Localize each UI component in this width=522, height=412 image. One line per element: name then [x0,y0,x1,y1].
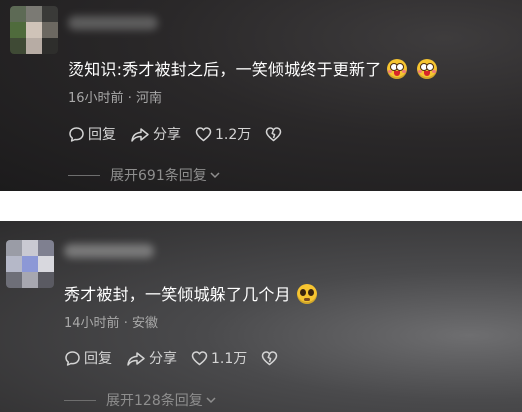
comment-location: 河南 [135,91,162,106]
divider-line [64,399,96,401]
chevron-down-icon [210,172,220,179]
blush-emoji-icon [417,59,438,79]
heart-icon [191,351,208,366]
expand-replies-label: 展开691条回复 [110,168,207,184]
meta-separator: · [127,91,132,106]
comment-location: 安徽 [131,316,158,331]
heart-icon [195,127,212,142]
pleading-emoji-icon [296,284,317,304]
avatar[interactable] [10,6,58,54]
username-blurred[interactable] [68,16,158,30]
broken-heart-icon [266,127,282,142]
like-count: 1.1万 [211,351,248,367]
comment-text-content: 烫知识:秀才被封之后，一笑倾城终于更新了 [68,60,382,79]
share-label: 分享 [149,351,177,367]
expand-replies-label: 展开128条回复 [106,393,203,409]
share-arrow-icon [131,127,149,142]
share-button[interactable]: 分享 [130,124,181,144]
like-button[interactable]: 1.2万 [195,124,251,144]
comment-time: 14小时前 [64,316,120,331]
action-bar: 回复 分享 1.2万 [68,124,299,144]
like-button[interactable]: 1.1万 [191,348,247,368]
comment-bubble-icon [69,126,84,142]
comment-text-content: 秀才被封，一笑倾城躲了几个月 [64,285,291,304]
reply-button[interactable]: 回复 [68,124,116,144]
comment-meta: 14小时前 · 安徽 [64,312,158,331]
username-blurred[interactable] [64,244,154,258]
comment-text: 秀才被封，一笑倾城躲了几个月 [64,281,317,305]
reply-button[interactable]: 回复 [64,348,112,368]
share-arrow-icon [127,351,145,366]
comment-bubble-icon [65,350,80,366]
expand-replies-button[interactable]: 展开128条回复 [64,390,217,410]
comment-card-1: 烫知识:秀才被封之后，一笑倾城终于更新了 16小时前 · 河南 回复 分享 1.… [0,0,522,191]
share-label: 分享 [153,127,181,143]
meta-separator: · [123,316,128,331]
expand-replies-button[interactable]: 展开691条回复 [68,165,221,185]
dislike-button[interactable] [265,126,285,142]
comment-text: 烫知识:秀才被封之后，一笑倾城终于更新了 [68,56,438,80]
share-button[interactable]: 分享 [126,348,177,368]
divider-line [68,174,100,176]
dislike-button[interactable] [261,350,281,366]
broken-heart-icon [262,351,278,366]
action-bar: 回复 分享 1.1万 [64,348,295,368]
like-count: 1.2万 [215,127,252,143]
blush-emoji-icon [387,59,408,79]
comment-meta: 16小时前 · 河南 [68,87,162,106]
reply-label: 回复 [88,127,116,143]
comment-time: 16小时前 [68,91,124,106]
comment-card-2: 秀才被封，一笑倾城躲了几个月 14小时前 · 安徽 回复 分享 1.1万 展开1… [0,221,522,412]
reply-label: 回复 [84,351,112,367]
chevron-down-icon [206,397,216,404]
avatar[interactable] [6,240,54,288]
